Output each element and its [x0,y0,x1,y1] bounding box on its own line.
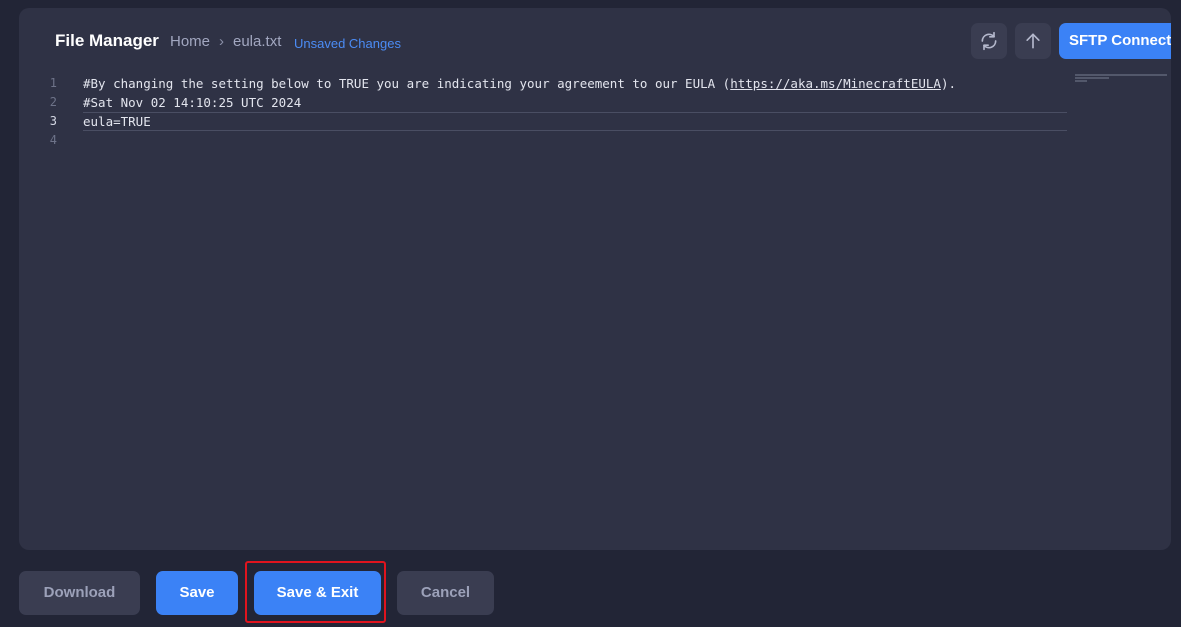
code-line[interactable]: #By changing the setting below to TRUE y… [83,74,1067,93]
upload-arrow-icon [1026,33,1040,49]
minimap-line [1075,77,1109,79]
breadcrumb-separator-icon: › [219,33,224,50]
code-editor[interactable]: 1 2 3 4 #By changing the setting below t… [19,74,1171,544]
eula-link[interactable]: https://aka.ms/MinecraftEULA [730,76,941,91]
refresh-button[interactable] [971,23,1007,59]
breadcrumb-current-file: eula.txt [233,33,282,50]
file-editor-panel: File Manager Home › eula.txt Unsaved Cha… [19,8,1171,550]
upload-button[interactable] [1015,23,1051,59]
page-title: File Manager [55,31,159,50]
minimap-line [1075,80,1087,82]
code-line-active[interactable]: eula=TRUE [83,112,1067,131]
unsaved-changes-indicator: Unsaved Changes [294,36,401,51]
code-line[interactable]: #Sat Nov 02 14:10:25 UTC 2024 [83,93,1067,112]
line-number: 4 [49,133,57,147]
cancel-button[interactable]: Cancel [397,571,494,615]
code-text: #By changing the setting below to TRUE y… [83,76,731,91]
save-button[interactable]: Save [156,571,238,615]
refresh-icon [981,31,997,51]
line-number-gutter: 1 2 3 4 [19,74,75,150]
line-number-active: 3 [49,114,57,128]
editor-minimap[interactable] [1075,74,1167,90]
line-number: 1 [49,76,57,90]
code-text: ). [940,76,956,91]
code-content[interactable]: #By changing the setting below to TRUE y… [83,74,1067,150]
download-button[interactable]: Download [19,571,140,615]
breadcrumb-home-link[interactable]: Home [170,31,210,53]
save-and-exit-button[interactable]: Save & Exit [254,571,381,615]
code-line[interactable] [83,131,1067,150]
minimap-line [1075,74,1167,76]
line-number: 2 [49,95,57,109]
sftp-connect-button[interactable]: SFTP Connect [1059,23,1171,59]
